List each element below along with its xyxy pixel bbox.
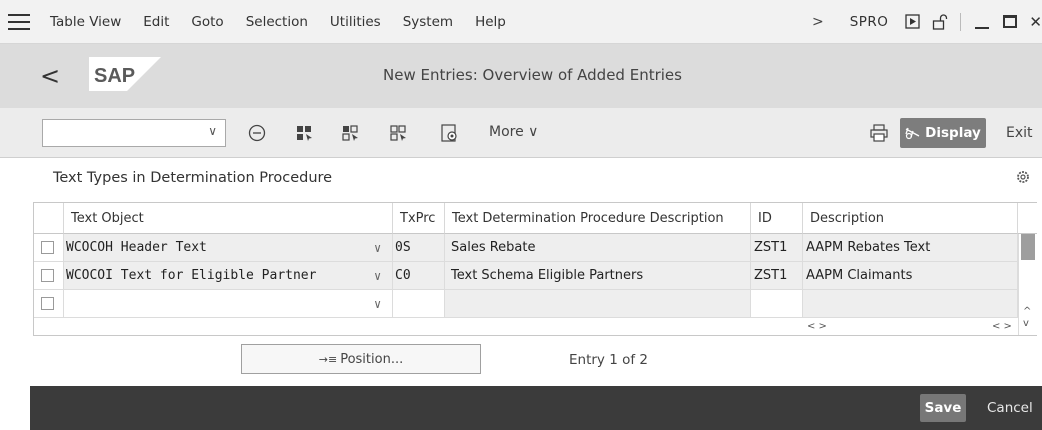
sap-logo: SAP <box>89 57 161 91</box>
position-icon: →≡ <box>318 352 338 366</box>
text-object-value: WCOCOH Header Text <box>66 240 207 255</box>
table-row[interactable]: WCOCOH Header Text ∨ 0S Sales Rebate ZST1… <box>34 234 1038 262</box>
description-cell: AAPM Claimants <box>803 262 1018 290</box>
column-header-description: Description <box>803 203 1018 234</box>
select-all-icon[interactable] <box>294 123 316 143</box>
minimize-icon[interactable] <box>975 15 990 29</box>
transaction-code: SPRO <box>849 13 889 30</box>
txprc-cell[interactable]: C0 <box>393 262 445 290</box>
txprc-cell[interactable]: 0S <box>393 234 445 262</box>
description-cell <box>803 290 1018 318</box>
id-cell: ZST1 <box>751 234 803 262</box>
display-label: Display <box>925 125 981 141</box>
row-selector <box>34 234 64 262</box>
chevron-right-icon[interactable]: > <box>812 14 824 30</box>
table-row[interactable]: ∨ <box>34 290 1038 318</box>
configure-icon[interactable] <box>439 123 461 143</box>
chevron-down-icon: ∨ <box>528 124 539 140</box>
menu-edit[interactable]: Edit <box>143 14 169 30</box>
menu-goto[interactable]: Goto <box>191 14 223 30</box>
exit-button[interactable]: Exit <box>1006 125 1033 141</box>
column-header-procedure-description: Text Determination Procedure Description <box>445 203 751 234</box>
menu-icon[interactable] <box>8 13 30 30</box>
column-header-id: ID <box>751 203 803 234</box>
text-object-value: WCOCOI Text for Eligible Partner <box>66 268 317 283</box>
txprc-cell[interactable] <box>393 290 445 318</box>
chevron-down-icon[interactable]: ∨ <box>208 124 217 138</box>
menu-bar: Table View Edit Goto Selection Utilities… <box>0 0 1042 44</box>
row-selector <box>34 290 64 318</box>
command-field[interactable]: ∨ <box>42 119 226 147</box>
menu-system[interactable]: System <box>403 14 453 30</box>
table-row[interactable]: WCOCOI Text for Eligible Partner ∨ C0 Tex… <box>34 262 1038 290</box>
maximize-icon[interactable] <box>1003 15 1018 28</box>
deselect-all-icon[interactable] <box>388 123 410 143</box>
command-input[interactable] <box>43 120 193 146</box>
collapse-icon[interactable] <box>246 123 268 143</box>
column-header-text-object: Text Object <box>64 203 393 234</box>
id-cell <box>751 290 803 318</box>
description-cell: AAPM Rebates Text <box>803 234 1018 262</box>
row-selector <box>34 262 64 290</box>
entry-counter: Entry 1 of 2 <box>569 352 648 368</box>
title-bar: < SAP New Entries: Overview of Added Ent… <box>0 44 1042 108</box>
chevron-down-icon[interactable]: ∨ <box>374 234 381 261</box>
menu-table-view[interactable]: Table View <box>50 14 121 30</box>
menu-selection[interactable]: Selection <box>246 14 308 30</box>
table-title: Text Types in Determination Procedure <box>53 170 333 186</box>
settings-icon[interactable] <box>1015 169 1031 185</box>
close-icon[interactable]: ✕ <box>1029 13 1042 31</box>
text-object-cell[interactable]: ∨ <box>64 290 393 318</box>
more-label: More <box>489 124 524 140</box>
chevron-down-icon[interactable]: ∨ <box>374 290 381 317</box>
scroll-thumb[interactable] <box>1021 234 1035 260</box>
cancel-button[interactable]: Cancel <box>987 400 1033 416</box>
column-header-txprc: TxPrc <box>393 203 445 234</box>
save-button[interactable]: Save <box>920 394 966 422</box>
position-button[interactable]: →≡ Position... <box>241 344 481 374</box>
id-cell: ZST1 <box>751 262 803 290</box>
menu-utilities[interactable]: Utilities <box>330 14 381 30</box>
vertical-scrollbar[interactable]: ^ v <box>1018 234 1037 335</box>
scroll-up-icon[interactable]: ^ <box>1023 306 1031 317</box>
text-object-cell[interactable]: WCOCOH Header Text ∨ <box>64 234 393 262</box>
scroll-down-icon[interactable]: v <box>1023 318 1029 329</box>
footer-bar: Save Cancel <box>30 386 1042 430</box>
text-types-table: Text Object TxPrc Text Determination Pro… <box>33 202 1037 336</box>
row-checkbox[interactable] <box>41 241 54 254</box>
more-button[interactable]: More ∨ <box>489 124 538 140</box>
horizontal-scroll-arrows[interactable]: < > <box>807 321 827 332</box>
print-icon[interactable] <box>868 123 890 143</box>
separator <box>960 12 962 31</box>
horizontal-scroll-arrows[interactable]: < > <box>992 321 1012 332</box>
glasses-icon <box>905 127 920 140</box>
page-title: New Entries: Overview of Added Entries <box>383 66 682 84</box>
row-checkbox[interactable] <box>41 297 54 310</box>
unlock-icon[interactable] <box>932 13 948 30</box>
select-block-icon[interactable] <box>340 123 362 143</box>
chevron-down-icon[interactable]: ∨ <box>374 262 381 289</box>
procedure-description-cell: Sales Rebate <box>445 234 751 262</box>
svg-text:SAP: SAP <box>94 65 135 87</box>
text-object-cell[interactable]: WCOCOI Text for Eligible Partner ∨ <box>64 262 393 290</box>
toolbar: ∨ More ∨ Display Exit <box>0 108 1042 158</box>
back-icon[interactable]: < <box>40 64 60 88</box>
procedure-description-cell: Text Schema Eligible Partners <box>445 262 751 290</box>
display-button[interactable]: Display <box>900 118 986 148</box>
selection-column-header <box>34 203 64 234</box>
play-icon[interactable] <box>904 14 920 30</box>
row-checkbox[interactable] <box>41 269 54 282</box>
position-label: Position... <box>340 351 404 367</box>
menu-help[interactable]: Help <box>475 14 506 30</box>
scroll-header <box>1018 203 1037 234</box>
procedure-description-cell <box>445 290 751 318</box>
